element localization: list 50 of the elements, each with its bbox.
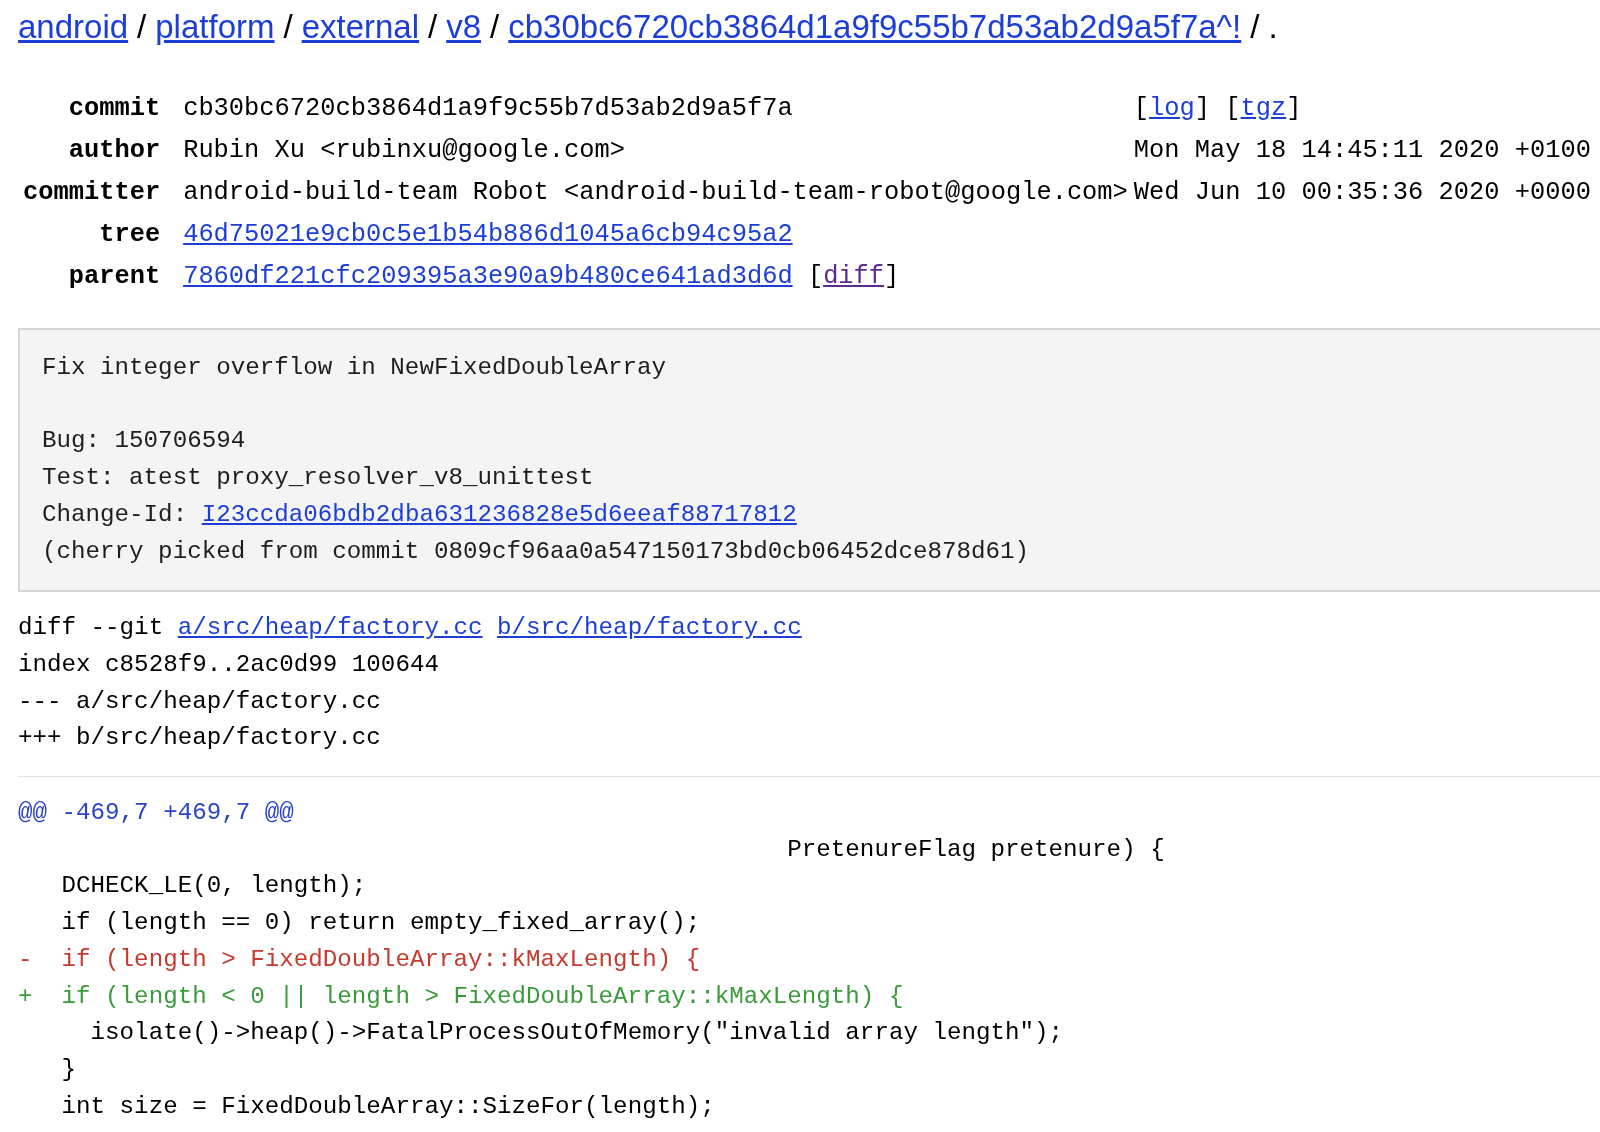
breadcrumb-link[interactable]: platform <box>155 7 275 47</box>
file-path-link[interactable]: a/src/heap/factory.cc <box>177 614 483 642</box>
breadcrumb-link[interactable]: v8 <box>446 7 482 47</box>
diff-header-line: index c8528f9..2ac0d99 100644 <box>18 649 439 680</box>
diff-line: if (length == 0) return empty_fixed_array(); <box>61 909 701 937</box>
message-line: Bug: 150706594 <box>42 426 246 457</box>
breadcrumb-link[interactable]: cb30bc6720cb3864d1a9f9c55b7d53ab2d9a5f7a^! <box>508 7 1242 47</box>
action-link[interactable]: tgz <box>1240 94 1287 123</box>
action-link[interactable]: diff <box>823 262 885 291</box>
diff-line: + if (length < 0 || length > FixedDoubleArray::kMaxLength) { <box>18 982 904 1010</box>
change-id-link[interactable]: I23ccda06bdb2dba631236828e5d6eeaf88717812 <box>201 500 797 528</box>
bracketed-link: [log] <box>1133 94 1211 123</box>
message-subject: Fix integer overflow in NewFixedDoubleArray <box>42 353 667 383</box>
breadcrumb-separator: / <box>1250 7 1260 47</box>
metadata-label: tree <box>99 220 161 249</box>
metadata-label: parent <box>68 262 161 291</box>
breadcrumb-current: . <box>1268 7 1278 47</box>
diff-line: PretenureFlag pretenure) { <box>787 835 1165 863</box>
diff-line: DCHECK_LE(0, length); <box>61 872 367 900</box>
metadata-label: author <box>68 136 161 165</box>
message-line: (cherry picked from commit 0809cf96aa0a547150173bd0cb06452dce878d61) <box>42 536 1029 567</box>
diff-line: - if (length > FixedDoubleArray::kMaxLength) { <box>18 945 701 973</box>
bracketed-link: [tgz] <box>1225 94 1302 123</box>
hash-link[interactable]: 46d75021e9cb0c5e1b54b886d1045a6cb94c95a2 <box>183 220 793 249</box>
diff-header-line: --- a/src/heap/factory.cc <box>18 686 381 717</box>
file-path-link[interactable]: b/src/heap/factory.cc <box>497 614 802 642</box>
hash-link[interactable]: 7860df221cfc209395a3e90a9b480ce641ad3d6d <box>183 262 793 291</box>
message-line: Test: atest proxy_resolver_v8_unittest <box>42 463 594 494</box>
metadata-value: Rubin Xu <rubinxu@google.com> <box>183 136 625 165</box>
commit-date: Wed Jun 10 00:35:36 2020 +0000 <box>1133 178 1591 207</box>
breadcrumb-separator: / <box>137 7 147 47</box>
diff-header-line: diff --git a/src/heap/factory.cc b/src/heap/factory.cc <box>18 613 802 644</box>
diff-line: int size = FixedDoubleArray::SizeFor(length); <box>61 1092 715 1120</box>
breadcrumb-separator: / <box>428 7 438 47</box>
bracketed-link: [diff] <box>807 262 900 291</box>
commit-date: Mon May 18 14:45:11 2020 +0100 <box>1133 136 1591 165</box>
hunk-header: @@ -469,7 +469,7 @@ <box>18 798 294 828</box>
metadata-value: android-build-team Robot <android-build-team-robot@google.com> <box>183 178 1128 207</box>
breadcrumb-separator: / <box>283 7 293 47</box>
diff-header-line: +++ b/src/heap/factory.cc <box>18 723 381 754</box>
metadata-label: committer <box>23 178 161 207</box>
diff-line: isolate()->heap()->FatalProcessOutOfMemory("invalid array length"); <box>90 1019 1064 1047</box>
metadata-label: commit <box>68 94 161 123</box>
breadcrumb-link[interactable]: external <box>301 7 420 47</box>
action-link[interactable]: log <box>1149 94 1195 123</box>
metadata-value: cb30bc6720cb3864d1a9f9c55b7d53ab2d9a5f7a <box>183 94 793 123</box>
diff-line: } <box>61 1055 77 1083</box>
breadcrumb-link[interactable]: android <box>18 7 129 47</box>
breadcrumb-separator: / <box>490 7 500 47</box>
message-line: Change-Id: I23ccda06bdb2dba631236828e5d6eeaf88717812 <box>42 499 797 530</box>
